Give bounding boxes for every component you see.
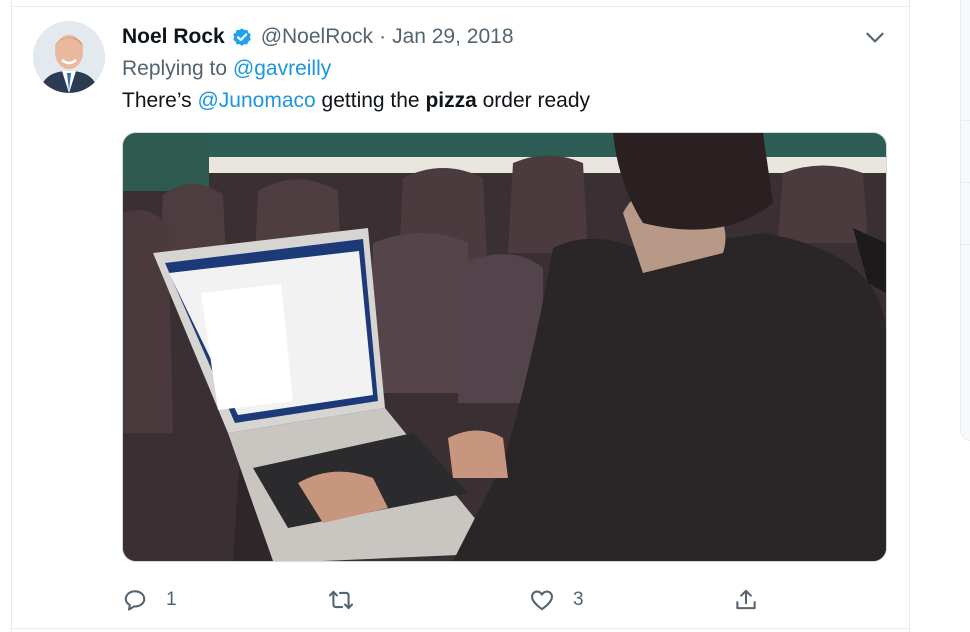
right-sidebar bbox=[910, 0, 970, 632]
avatar[interactable] bbox=[33, 21, 105, 93]
tweet-text-bold: pizza bbox=[425, 89, 477, 112]
reply-count: 1 bbox=[166, 589, 177, 610]
author-display-name[interactable]: Noel Rock bbox=[122, 25, 225, 49]
tweet-header: Noel Rock @NoelRock · Jan 29, 2018 bbox=[122, 24, 514, 50]
replying-to-label: Replying to bbox=[122, 57, 228, 80]
tweet-photo[interactable] bbox=[122, 132, 887, 562]
retweet-button[interactable] bbox=[328, 582, 372, 618]
tweet-actions: 1 3 bbox=[0, 582, 910, 618]
heart-icon bbox=[531, 590, 553, 611]
photo-image bbox=[123, 133, 886, 561]
like-button[interactable]: 3 bbox=[529, 582, 584, 618]
tweet-text-part: There’s bbox=[122, 89, 198, 112]
mention-link[interactable]: @Junomaco bbox=[197, 89, 315, 112]
sidebar-card bbox=[960, 0, 970, 441]
share-icon bbox=[736, 589, 756, 610]
replying-to: Replying to @gavreilly bbox=[122, 57, 331, 81]
sidebar-divider bbox=[962, 120, 970, 121]
replying-to-link[interactable]: @gavreilly bbox=[233, 57, 331, 80]
timeline-left-rule bbox=[11, 0, 12, 632]
sidebar-divider bbox=[962, 182, 970, 183]
tweet-bottom-divider bbox=[11, 628, 910, 629]
tweet-text-part: order ready bbox=[476, 89, 591, 112]
verified-badge-icon bbox=[231, 26, 253, 48]
sidebar-divider bbox=[962, 244, 970, 245]
tweet-text: There’s @Junomaco getting the pizza orde… bbox=[122, 89, 590, 113]
author-handle[interactable]: @NoelRock bbox=[261, 25, 373, 49]
header-separator: · bbox=[379, 25, 387, 48]
retweet-icon bbox=[328, 590, 354, 610]
chevron-down-icon[interactable] bbox=[862, 24, 888, 50]
avatar-photo bbox=[33, 21, 105, 93]
share-button[interactable] bbox=[733, 582, 759, 618]
reply-button[interactable]: 1 bbox=[122, 582, 177, 618]
like-count: 3 bbox=[573, 589, 584, 610]
tweet-top-divider bbox=[11, 6, 910, 7]
tweet-text-part: getting the bbox=[315, 89, 426, 112]
reply-icon bbox=[124, 590, 146, 611]
tweet-date[interactable]: Jan 29, 2018 bbox=[392, 25, 513, 49]
